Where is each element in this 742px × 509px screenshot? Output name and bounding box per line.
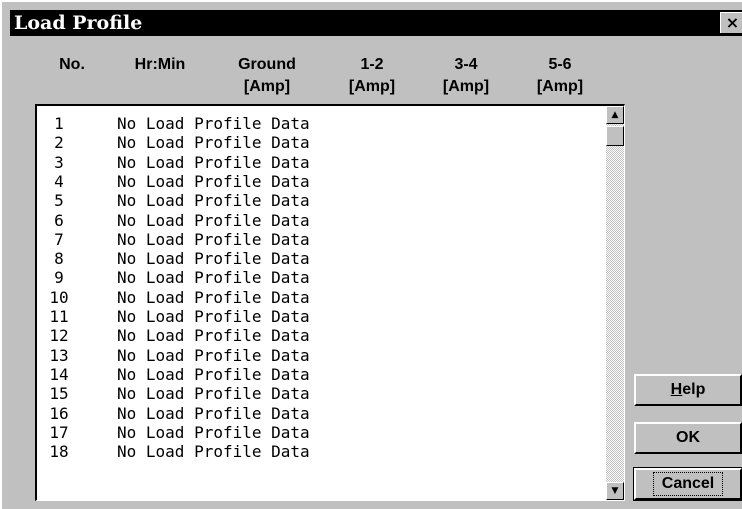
row-text: No Load Profile Data xyxy=(117,268,310,288)
column-header-unit: [Amp] xyxy=(243,78,291,95)
row-text: No Load Profile Data xyxy=(117,191,310,211)
row-number: 6 xyxy=(54,210,64,230)
help-mnemonic: H xyxy=(670,381,683,398)
close-button[interactable]: × xyxy=(720,12,742,33)
row-number: 7 xyxy=(54,229,64,249)
column-header-label: 5-6 xyxy=(548,56,572,73)
column-header-time: Hr:Min xyxy=(116,56,204,74)
scroll-thumb[interactable] xyxy=(606,126,624,146)
row-text: No Load Profile Data xyxy=(117,249,310,269)
load-profile-list[interactable]: 1 No Load Profile Data 2 No Load Profile Da… xyxy=(35,104,625,501)
column-header-unit: [Amp] xyxy=(442,78,490,95)
column-header-label: No. xyxy=(59,56,85,73)
column-header-unit: [Amp] xyxy=(536,78,584,95)
row-text: No Load Profile Data xyxy=(117,345,310,365)
column-header-no: No. xyxy=(48,56,96,74)
window-title: Load Profile xyxy=(14,12,143,34)
ok-label: OK xyxy=(676,429,700,446)
row-text: No Load Profile Data xyxy=(117,133,310,153)
column-header-unit: [Amp] xyxy=(348,78,396,95)
row-number: 13 xyxy=(49,345,69,365)
row-text: No Load Profile Data xyxy=(117,210,310,230)
column-header-5-6: 5-6 [Amp] xyxy=(524,56,596,96)
title-bar[interactable]: Load Profile × xyxy=(10,10,742,36)
arrow-down-icon[interactable]: ▼ xyxy=(606,482,624,500)
row-number: 18 xyxy=(49,442,69,462)
row-text: No Load Profile Data xyxy=(117,403,310,423)
column-header-1-2: 1-2 [Amp] xyxy=(336,56,408,96)
row-text: No Load Profile Data xyxy=(117,384,310,404)
column-header-label: 1-2 xyxy=(360,56,384,73)
row-number: 11 xyxy=(49,307,69,326)
row-text: No Load Profile Data xyxy=(117,229,310,249)
row-text: No Load Profile Data xyxy=(117,326,310,346)
row-number: 17 xyxy=(49,422,69,442)
column-header-label: 3-4 xyxy=(454,56,478,73)
row-text: No Load Profile Data xyxy=(117,442,310,462)
row-number: 8 xyxy=(54,249,64,269)
row-text: No Load Profile Data xyxy=(117,422,310,442)
load-profile-dialog: Load Profile × No. Hr:Min Ground [Amp] 1… xyxy=(0,0,742,509)
row-text: No Load Profile Data xyxy=(117,287,310,307)
row-text: No Load Profile Data xyxy=(117,364,310,384)
cancel-button[interactable]: Cancel xyxy=(633,467,742,501)
row-text: No Load Profile Data xyxy=(117,171,310,191)
row-number: 3 xyxy=(54,152,64,172)
row-number: 10 xyxy=(49,287,69,307)
row-text: No Load Profile Data xyxy=(117,307,310,326)
row-number: 16 xyxy=(49,403,69,423)
column-header-label: Hr:Min xyxy=(134,56,186,73)
row-number: 14 xyxy=(49,364,69,384)
row-number: 15 xyxy=(49,384,69,404)
row-number: 1 xyxy=(54,114,64,133)
row-number: 2 xyxy=(54,133,64,153)
row-text: No Load Profile Data xyxy=(117,152,310,172)
row-number: 5 xyxy=(54,191,64,211)
vertical-scrollbar[interactable]: ▲ ▼ xyxy=(606,106,624,500)
ok-button[interactable]: OK xyxy=(634,422,742,454)
row-number: 12 xyxy=(49,326,69,346)
help-label-rest: elp xyxy=(682,381,706,398)
help-button[interactable]: Help xyxy=(634,374,742,406)
cancel-label: Cancel xyxy=(652,472,724,496)
row-text: No Load Profile Data xyxy=(117,114,310,133)
arrow-up-icon[interactable]: ▲ xyxy=(606,106,624,124)
column-header-label: Ground xyxy=(238,56,296,73)
row-number: 4 xyxy=(54,171,64,191)
column-header-3-4: 3-4 [Amp] xyxy=(430,56,502,96)
row-number: 9 xyxy=(54,268,64,288)
help-label: Help xyxy=(671,376,706,404)
column-header-ground: Ground [Amp] xyxy=(224,56,310,96)
